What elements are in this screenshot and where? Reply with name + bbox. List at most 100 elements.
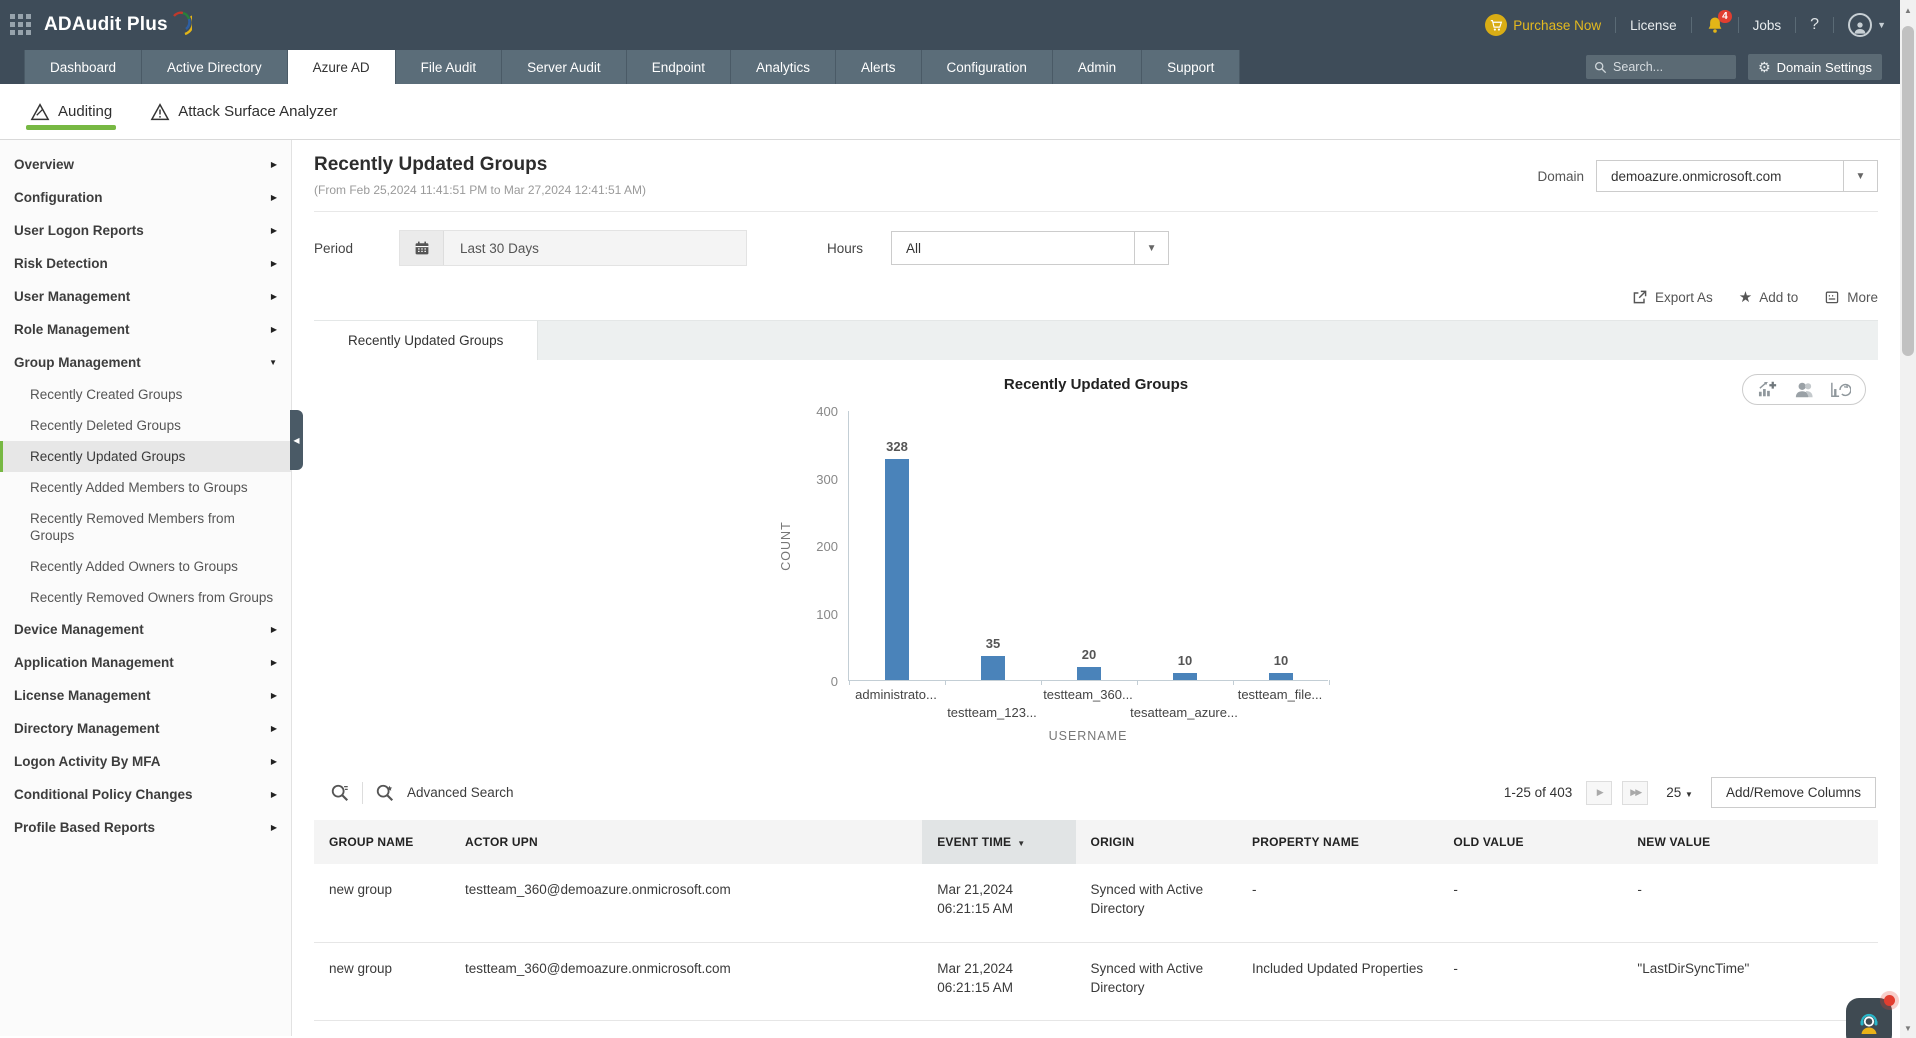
column-header-property-name[interactable]: PROPERTY NAME [1237,820,1438,864]
next-page-button[interactable]: ▶ [1586,781,1612,805]
sidebar-item-recently-removed-owners-from-groups[interactable]: Recently Removed Owners from Groups [0,582,291,613]
chevron-right-icon: ▶ [271,193,277,202]
nav-tab-support[interactable]: Support [1142,50,1240,84]
users-view-icon[interactable] [1793,380,1815,399]
add-to-button[interactable]: ★ Add to [1739,288,1798,306]
add-chart-icon[interactable] [1757,380,1779,399]
sidebar-item-recently-removed-members-from-groups[interactable]: Recently Removed Members from Groups [0,503,291,551]
sidebar-item-device-management[interactable]: Device Management▶ [0,613,291,646]
nav-tab-alerts[interactable]: Alerts [836,50,922,84]
sidebar-item-role-management[interactable]: Role Management▶ [0,313,291,346]
last-page-button[interactable]: ▶▶ [1622,781,1648,805]
column-header-group-name[interactable]: GROUP NAME [314,820,450,864]
scroll-down-arrow[interactable]: ▼ [1900,1020,1916,1036]
sidebar-item-user-management[interactable]: User Management▶ [0,280,291,313]
app-logo: ADAudit Plus [44,14,192,36]
chevron-right-icon: ▶ [271,292,277,301]
calendar-icon [400,231,444,265]
sidebar-item-profile-based-reports[interactable]: Profile Based Reports▶ [0,811,291,844]
top-header: ADAudit Plus Purchase Now License [0,0,1900,50]
chevron-right-icon: ▶ [271,226,277,235]
notifications-button[interactable]: 4 [1706,16,1724,34]
cell-old-value: - [1438,942,1622,1020]
purchase-now-link[interactable]: Purchase Now [1485,14,1601,36]
sidebar-item-group-management[interactable]: Group Management▼ [0,346,291,379]
gear-icon: ⚙ [1758,59,1771,76]
sidebar: Overview▶Configuration▶User Logon Report… [0,140,292,1036]
license-link[interactable]: License [1630,18,1677,33]
sidebar-item-recently-updated-groups[interactable]: Recently Updated Groups [0,441,291,472]
user-menu[interactable]: ▼ [1848,13,1886,37]
domain-settings-button[interactable]: ⚙ Domain Settings [1748,54,1882,80]
report-tab-recently-updated-groups[interactable]: Recently Updated Groups [314,321,538,360]
bar-tesatteam-azure[interactable] [1173,673,1197,680]
bar-testteam-file[interactable] [1269,673,1293,680]
domain-select[interactable]: demoazure.onmicrosoft.com ▼ [1596,160,1878,192]
nav-tab-azure-ad[interactable]: Azure AD [288,50,396,84]
sidebar-item-logon-activity-by-mfa[interactable]: Logon Activity By MFA▶ [0,745,291,778]
nav-tab-analytics[interactable]: Analytics [731,50,836,84]
sidebar-item-recently-added-members-to-groups[interactable]: Recently Added Members to Groups [0,472,291,503]
nav-tab-dashboard[interactable]: Dashboard [24,50,142,84]
nav-tab-admin[interactable]: Admin [1053,50,1142,84]
column-search-icon[interactable] [330,783,350,803]
sidebar-item-label: Logon Activity By MFA [14,754,161,769]
column-header-old-value[interactable]: OLD VALUE [1438,820,1622,864]
sidebar-item-application-management[interactable]: Application Management▶ [0,646,291,679]
bar-chart-plot: 32835201010 [848,411,1328,681]
scrollbar-thumb[interactable] [1902,26,1914,356]
cell-group-name: new group [314,942,450,1020]
sidebar-item-recently-added-owners-to-groups[interactable]: Recently Added Owners to Groups [0,551,291,582]
cell-property-name: - [1237,864,1438,942]
chevron-right-icon: ▶ [271,658,277,667]
sidebar-item-directory-management[interactable]: Directory Management▶ [0,712,291,745]
sidebar-item-configuration[interactable]: Configuration▶ [0,181,291,214]
column-header-event-time[interactable]: EVENT TIME▼ [922,820,1075,864]
add-remove-columns-button[interactable]: Add/Remove Columns [1711,777,1876,808]
chevron-right-icon: ▶ [271,325,277,334]
nav-tab-configuration[interactable]: Configuration [922,50,1053,84]
page-size-select[interactable]: 25 ▼ [1666,785,1693,800]
cell-property-name: Included Updated Properties [1237,942,1438,1020]
sidebar-item-license-management[interactable]: License Management▶ [0,679,291,712]
nav-tab-active-directory[interactable]: Active Directory [142,50,288,84]
global-search-input[interactable]: Search... [1586,55,1736,79]
y-tick-label: 100 [816,607,838,622]
export-as-button[interactable]: Export As [1632,289,1713,305]
sidebar-item-overview[interactable]: Overview▶ [0,148,291,181]
sidebar-item-conditional-policy-changes[interactable]: Conditional Policy Changes▶ [0,778,291,811]
sidebar-item-label: Group Management [14,355,141,370]
jobs-link[interactable]: Jobs [1753,18,1782,33]
scroll-up-arrow[interactable]: ▲ [1900,2,1916,18]
bar-administrato[interactable] [885,459,909,680]
chevron-down-icon: ▼ [1685,790,1693,799]
advanced-search-icon[interactable] [375,783,395,803]
refresh-chart-icon[interactable] [1829,380,1851,399]
nav-tab-file-audit[interactable]: File Audit [396,50,503,84]
sidebar-item-risk-detection[interactable]: Risk Detection▶ [0,247,291,280]
nav-tab-endpoint[interactable]: Endpoint [627,50,731,84]
sidebar-item-recently-deleted-groups[interactable]: Recently Deleted Groups [0,410,291,441]
tab-attack-surface-analyzer[interactable]: Attack Surface Analyzer [150,84,337,139]
y-axis-ticks: 0100200300400 [796,411,848,681]
sidebar-item-label: Device Management [14,622,144,637]
advanced-search-link[interactable]: Advanced Search [407,785,514,800]
column-header-new-value[interactable]: NEW VALUE [1622,820,1878,864]
bar-testteam-123[interactable] [981,656,1005,680]
column-header-origin[interactable]: ORIGIN [1076,820,1238,864]
sidebar-item-recently-created-groups[interactable]: Recently Created Groups [0,379,291,410]
help-button[interactable]: ? [1810,16,1819,34]
tab-auditing[interactable]: Auditing [30,84,112,139]
nav-tab-server-audit[interactable]: Server Audit [502,50,627,84]
support-chat-button[interactable] [1846,998,1892,1038]
period-input[interactable]: Last 30 Days [399,230,747,266]
column-header-actor-upn[interactable]: ACTOR UPN [450,820,922,864]
chevron-right-icon: ▶ [271,724,277,733]
bar-testteam-360[interactable] [1077,667,1101,681]
hours-select[interactable]: All ▼ [891,231,1169,265]
app-grid-icon[interactable] [10,14,32,36]
sidebar-item-user-logon-reports[interactable]: User Logon Reports▶ [0,214,291,247]
more-button[interactable]: More [1824,289,1878,305]
sidebar-collapse-handle[interactable]: ◀ [290,410,303,470]
chevron-right-icon: ▶ [271,691,277,700]
